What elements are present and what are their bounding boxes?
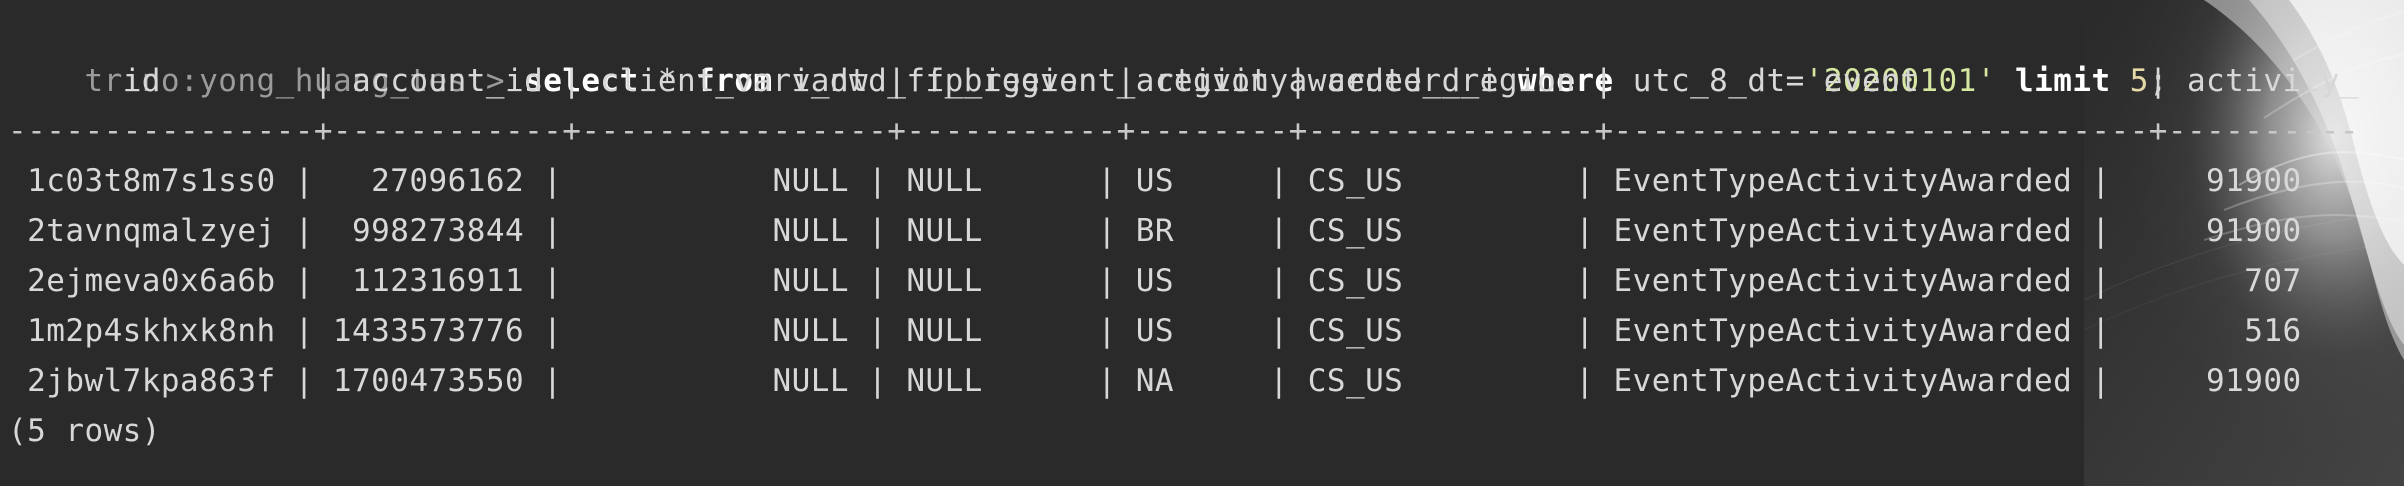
command-line: trino:yong_huang_test> select * from v_d… <box>8 6 2168 99</box>
terminal-window: trino:yong_huang_test> select * from v_d… <box>0 0 2404 486</box>
table-row: 1c03t8m7s1ss0 | 27096162 | NULL | NULL |… <box>8 163 2302 199</box>
table-row: 1m2p4skhxk8nh | 1433573776 | NULL | NULL… <box>8 313 2302 349</box>
table-row: 2tavnqmalzyej | 998273844 | NULL | NULL … <box>8 213 2302 249</box>
table-row: 2ejmeva0x6a6b | 112316911 | NULL | NULL … <box>8 263 2302 299</box>
table-header: id | account_id | client_variant | ip_re… <box>8 63 2359 99</box>
table-row: 2jbwl7kpa863f | 1700473550 | NULL | NULL… <box>8 363 2302 399</box>
table-separator: ----------------+------------+----------… <box>8 113 2359 149</box>
row-count-footer: (5 rows) <box>8 413 161 449</box>
